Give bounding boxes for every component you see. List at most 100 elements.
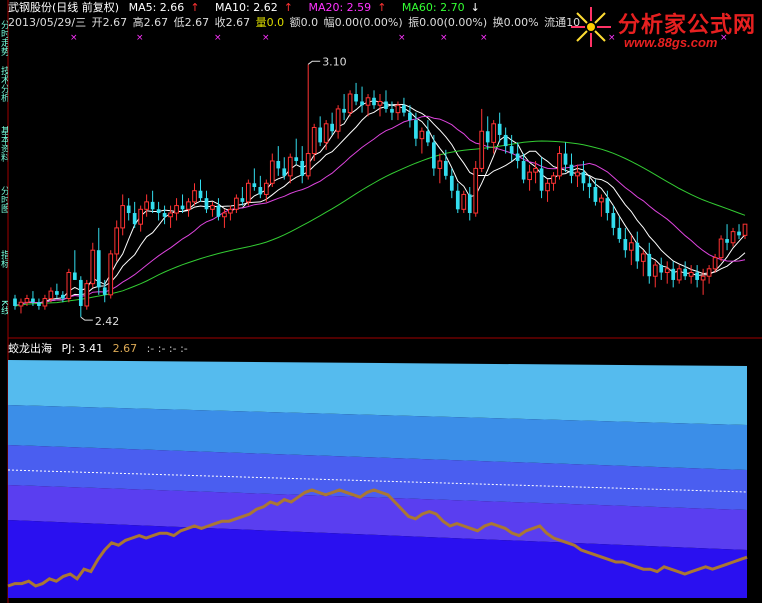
candle-body (61, 294, 65, 299)
candle-body (449, 175, 454, 191)
candle-body (138, 208, 144, 225)
candle-body (725, 239, 729, 243)
candle-body (252, 183, 257, 187)
candle-body (599, 197, 604, 203)
ma5-line (14, 100, 746, 307)
candle-body (706, 268, 712, 277)
candle-body (419, 130, 425, 140)
candle-body (431, 142, 436, 169)
side-tab-5[interactable]: K线 (0, 300, 8, 330)
pj-label: PJ: 3.41 (61, 342, 104, 355)
candle-body (31, 298, 35, 303)
candle-body (66, 272, 72, 300)
ma10-label: MA10: 2.62 ↑ (215, 1, 293, 14)
logo-url: www.88gs.com (624, 35, 718, 50)
candle-body (384, 101, 388, 109)
candle-body (742, 223, 748, 236)
candle-body (509, 146, 514, 154)
info-amount: 额0.0 (289, 16, 319, 29)
ma5-label: MA5: 2.66 ↑ (128, 1, 200, 14)
candle-body (569, 164, 574, 176)
candle-body (360, 101, 364, 106)
candle-body (305, 153, 311, 177)
info-low: 低2.67 (173, 16, 210, 29)
side-tab-0[interactable]: 分时走势 (0, 20, 8, 60)
candle-body (204, 198, 209, 210)
candle-body (287, 156, 293, 177)
candle-body (557, 153, 562, 177)
candle-body (258, 187, 263, 195)
side-tab-3[interactable]: 分时图 (0, 186, 8, 222)
candle-body (162, 213, 167, 217)
candle-body (342, 108, 346, 113)
candle-body (737, 231, 741, 236)
candle-body (198, 190, 203, 199)
stock-chart-window[interactable]: × × × × × × × × × 3.10 2.42 武钢股份(日线 前复权) MA5: 2.66… (0, 0, 762, 603)
candle-body (222, 212, 227, 218)
candle-body (545, 182, 550, 192)
candle-body (377, 100, 383, 106)
candle-body (617, 227, 622, 240)
candle-body (455, 190, 460, 210)
candle-body (485, 131, 490, 143)
candle-body (365, 97, 371, 106)
candle-body (479, 130, 485, 169)
candle-body (18, 301, 24, 307)
candle-body (443, 160, 448, 176)
candle-body (300, 160, 305, 176)
fireworks-logo-icon (571, 7, 611, 47)
side-tab-2[interactable]: 基本资料 (0, 126, 8, 180)
candle-body (246, 182, 251, 203)
candle-body (78, 279, 83, 306)
high-pointer (307, 60, 321, 65)
candle-body (210, 205, 215, 210)
info-change: 幅0.00(0.00%) (323, 16, 403, 29)
candle-body (575, 171, 580, 177)
candle-body (623, 239, 628, 251)
high-label: 3.10 (322, 55, 347, 68)
chart-canvas[interactable]: × × × × × × × × ×3.102.42 (0, 0, 762, 603)
candle-body (150, 201, 155, 210)
candle-body (55, 291, 59, 295)
candle-body (605, 198, 610, 214)
ma20-label: MA20: 2.59 ↑ (308, 1, 387, 14)
candle-body (581, 172, 586, 184)
candle-body (461, 193, 467, 210)
ma5-arrow-up-icon: ↑ (190, 1, 200, 14)
candle-body (635, 242, 640, 262)
candle-body (330, 123, 334, 132)
site-logo: 分析家公式网 www.88gs.com (566, 3, 756, 51)
side-tab-4[interactable]: 指标 (0, 250, 8, 280)
candle-body (37, 302, 41, 306)
candle-body (563, 153, 568, 165)
candle-body (180, 205, 185, 210)
candle-body (216, 205, 221, 217)
candle-body (372, 97, 376, 106)
candle-body (628, 242, 634, 251)
candle-body (347, 93, 353, 114)
info-turnover: 换0.00% (492, 16, 539, 29)
ma60-arrow-down-icon: ↓ (470, 1, 480, 14)
candle-body (126, 205, 131, 214)
candle-body (276, 160, 281, 169)
candle-body (730, 231, 736, 244)
info-amplitude: 振0.00(0.00%) (408, 16, 488, 29)
event-marker: × (480, 33, 488, 43)
candle-body (120, 205, 126, 229)
candle-body (263, 182, 269, 195)
candle-body (503, 134, 508, 147)
event-marker: × (136, 33, 144, 43)
ma-header: 武钢股份(日线 前复权) MA5: 2.66 ↑ MA10: 2.62 ↑ MA20… (8, 0, 492, 16)
candle-body (491, 123, 497, 143)
candle-body (168, 212, 173, 218)
candle-body (437, 160, 443, 169)
bar-info-line: 2013/05/29/三 开2.67 高2.67 低2.67 收2.67 量0.… (8, 15, 582, 31)
info-high: 高2.67 (132, 16, 169, 29)
candle-body (467, 194, 472, 214)
ma10-arrow-up-icon: ↑ (283, 1, 293, 14)
candle-body (521, 160, 526, 180)
candle-body (108, 253, 114, 296)
candle-body (72, 272, 77, 280)
side-tab-1[interactable]: 技术分析 (0, 66, 8, 120)
info-date: 2013/05/29/三 (8, 16, 87, 29)
